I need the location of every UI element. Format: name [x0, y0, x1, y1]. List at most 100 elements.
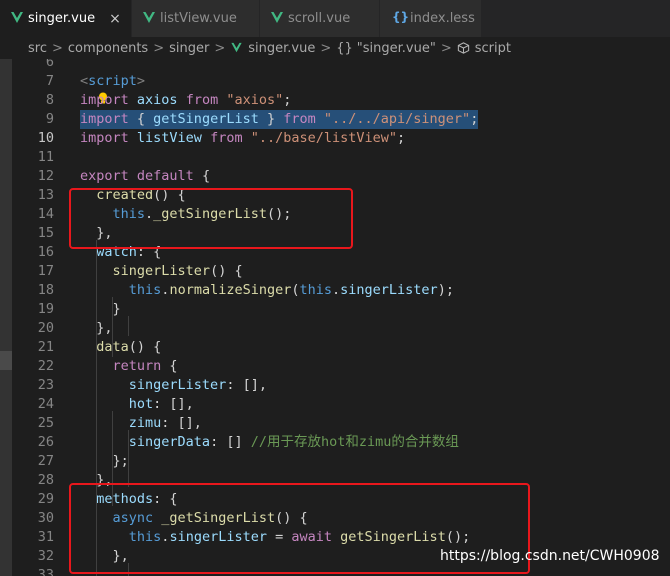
tab-listview-vue[interactable]: listView.vue [132, 0, 260, 37]
code-token: import [80, 111, 129, 127]
breadcrumb-singer[interactable]: singer [169, 41, 209, 56]
line-number: 22 [37, 358, 54, 374]
line-number: 27 [37, 453, 54, 469]
watermark: https://blog.csdn.net/CWH0908 [440, 548, 660, 564]
code-token: default [128, 168, 194, 184]
line-number: 14 [37, 206, 54, 222]
line-number: 16 [37, 244, 54, 260]
gutter-marker [0, 351, 12, 370]
line-number: 19 [37, 301, 54, 317]
code-token: import [80, 130, 129, 146]
code-token: : [], [161, 415, 202, 431]
code-line[interactable]: 24 hot: [], [12, 395, 670, 414]
code-token: getSingerList [153, 111, 259, 127]
code-token: ; [470, 111, 479, 127]
code-line[interactable]: 21 data() { [12, 338, 670, 357]
code-line[interactable]: 9 import { getSingerList } from "../../ap… [12, 110, 670, 129]
line-number: 20 [37, 320, 54, 336]
code-line[interactable]: 26 singerData: [] //用于存放hot和zimu的合并数组 [12, 433, 670, 452]
code-text: singerLister() { [80, 262, 243, 281]
code-line[interactable]: 20 }, [12, 319, 670, 338]
code-text: singerData: [] //用于存放hot和zimu的合并数组 [80, 433, 459, 452]
tab-scroll-vue[interactable]: scroll.vue [260, 0, 380, 37]
tab-label: listView.vue [160, 11, 237, 26]
code-text: return { [80, 357, 178, 376]
code-line[interactable]: 6 [12, 59, 670, 72]
code-line[interactable]: 7 <script> [12, 72, 670, 91]
line-number: 25 [37, 415, 54, 431]
code-line[interactable]: 17 singerLister() { [12, 262, 670, 281]
breadcrumb-module[interactable]: "singer.vue" [357, 41, 436, 56]
line-number: 18 [37, 282, 54, 298]
line-number: 31 [37, 529, 54, 545]
code-line[interactable]: 12 export default { [12, 167, 670, 186]
code-line[interactable]: 22 return { [12, 357, 670, 376]
breadcrumb-src[interactable]: src [28, 41, 47, 56]
code-token: script [88, 73, 137, 89]
code-token: singerLister [340, 282, 438, 298]
code-text: }; [80, 452, 129, 471]
code-token: listView [128, 130, 211, 146]
chevron-right-icon: > [51, 40, 63, 56]
code-token: normalizeSinger [169, 282, 292, 298]
code-text: data() { [80, 338, 161, 357]
close-icon[interactable]: × [109, 11, 121, 27]
breadcrumb-singer-vue[interactable]: singer.vue [248, 41, 315, 56]
code-token: this [128, 282, 162, 298]
code-token: : [], [153, 396, 194, 412]
line-number: 8 [45, 92, 54, 108]
code-token: { [193, 168, 211, 184]
code-token: : [] [210, 434, 251, 450]
code-token: : [], [226, 377, 267, 393]
code-line[interactable]: 8 import axios from "axios"; [12, 91, 670, 110]
code-line[interactable]: 25 zimu: [], [12, 414, 670, 433]
code-token: singerLister [112, 263, 211, 279]
code-token: "axios" [218, 92, 284, 108]
code-text: import { getSingerList } from "../../api… [80, 110, 479, 129]
code-token: > [136, 73, 146, 89]
line-number: 32 [37, 548, 54, 564]
code-line[interactable]: 19 } [12, 300, 670, 319]
code-token: { [128, 111, 154, 127]
line-number: 10 [37, 130, 54, 146]
indent-guide [112, 297, 113, 357]
line-number: 12 [37, 168, 54, 184]
line-number: 30 [37, 510, 54, 526]
vue-file-icon [11, 12, 23, 23]
activity-gutter [0, 59, 12, 576]
code-token: . [332, 282, 341, 298]
code-token: this [299, 282, 333, 298]
code-token: < [80, 73, 89, 89]
code-token: export [80, 168, 129, 184]
code-line[interactable]: 10 import listView from "../base/listView… [12, 129, 670, 148]
code-token: zimu [128, 415, 162, 431]
line-number: 11 [37, 149, 54, 165]
code-text: import listView from "../base/listView"; [80, 129, 405, 148]
code-line[interactable]: 27 }; [12, 452, 670, 471]
breadcrumb-components[interactable]: components [68, 41, 148, 56]
code-token: import [80, 92, 129, 108]
chevron-right-icon: > [320, 40, 332, 56]
code-line[interactable]: 18 this.normalizeSinger(this.singerListe… [12, 281, 670, 300]
breadcrumb-script[interactable]: script [475, 41, 511, 56]
tab-singer-vue[interactable]: singer.vue × [0, 0, 132, 37]
code-token: ; [397, 130, 406, 146]
line-number: 29 [37, 491, 54, 507]
code-token: from [185, 92, 219, 108]
tab-index-less[interactable]: {} index.less [380, 0, 482, 37]
code-token: hot [128, 396, 154, 412]
line-number: 17 [37, 263, 54, 279]
line-number: 13 [37, 187, 54, 203]
indent-guide [128, 316, 129, 336]
code-line[interactable]: 11 [12, 148, 670, 167]
line-number: 28 [37, 472, 54, 488]
tab-label: scroll.vue [288, 11, 351, 26]
code-line[interactable]: 23 singerLister: [], [12, 376, 670, 395]
chevron-right-icon: > [214, 40, 226, 56]
tab-label: index.less [410, 11, 475, 26]
code-token: () { [210, 263, 243, 279]
code-token: ( [291, 282, 300, 298]
